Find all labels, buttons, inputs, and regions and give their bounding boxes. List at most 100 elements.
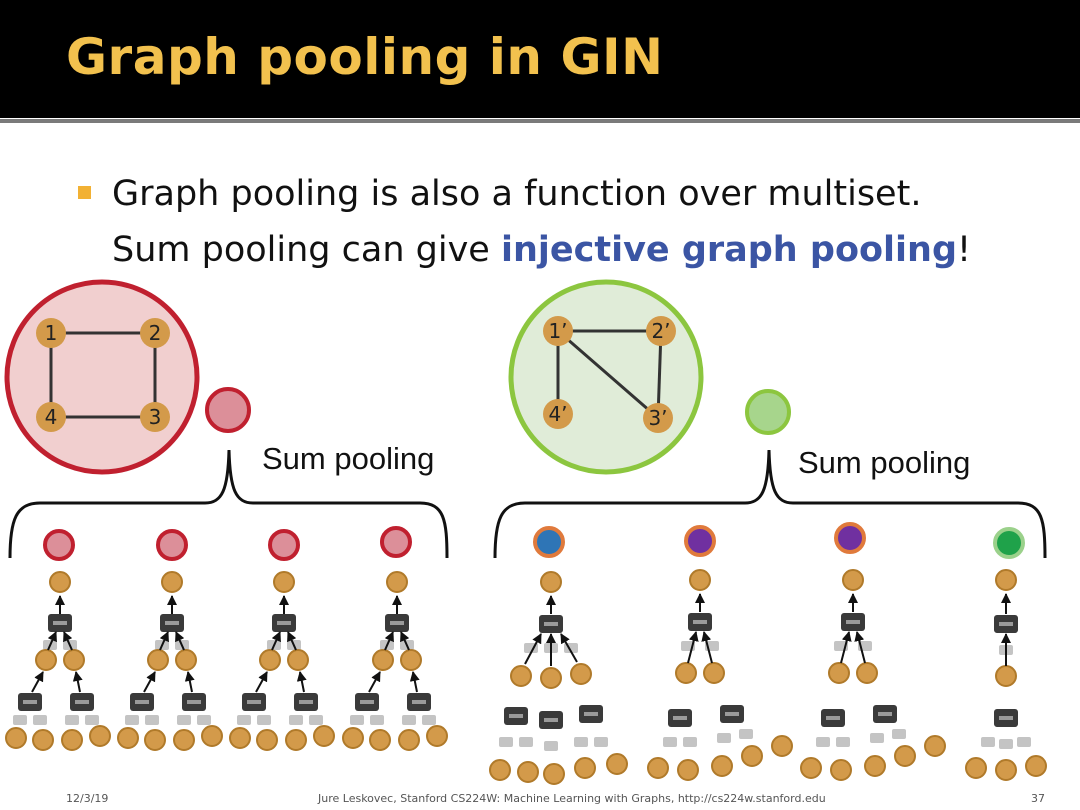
input-stub-90 bbox=[402, 715, 416, 725]
input-stub-43 bbox=[197, 715, 211, 725]
tree-node-22 bbox=[61, 729, 83, 751]
right-pooled-embedding bbox=[745, 389, 791, 435]
tree-node-0 bbox=[49, 571, 71, 593]
input-stub-141 bbox=[717, 733, 731, 743]
tree-node-148 bbox=[842, 569, 864, 591]
input-stub-41 bbox=[145, 715, 159, 725]
right-node-1-label: 1’ bbox=[548, 319, 567, 343]
tree-node-92 bbox=[342, 727, 364, 749]
aggregator-slot-159 bbox=[826, 716, 840, 720]
tree-node-171 bbox=[995, 569, 1017, 591]
aggregator-slot-127 bbox=[693, 620, 707, 624]
tree-node-55 bbox=[287, 649, 309, 671]
tree-node-166 bbox=[800, 757, 822, 779]
aggregator-slot-59 bbox=[247, 700, 261, 704]
input-stub-89 bbox=[370, 715, 384, 725]
tree-node-23 bbox=[89, 725, 111, 747]
aggregator-slot-110 bbox=[509, 714, 523, 718]
aggregator-slot-161 bbox=[878, 712, 892, 716]
tree-arrow-62 bbox=[255, 671, 268, 693]
input-stub-139 bbox=[663, 737, 677, 747]
tree-node-30 bbox=[147, 649, 169, 671]
aggregator-slot-138 bbox=[725, 712, 739, 716]
tree-node-68 bbox=[229, 727, 251, 749]
left-node-4-label: 4 bbox=[45, 405, 58, 429]
input-stub-40 bbox=[125, 715, 139, 725]
input-stub-180 bbox=[981, 737, 995, 747]
left-node-4: 4 bbox=[36, 402, 66, 432]
left-node-3: 3 bbox=[140, 402, 170, 432]
tree-node-155 bbox=[856, 662, 878, 684]
tree-node-21 bbox=[32, 729, 54, 751]
left-embedding-3 bbox=[268, 529, 300, 561]
tree-arrow-38 bbox=[143, 671, 156, 693]
input-stub-18 bbox=[65, 715, 79, 725]
tree-node-6 bbox=[35, 649, 57, 671]
tree-node-125 bbox=[689, 569, 711, 591]
left-graph-circle bbox=[4, 279, 200, 475]
input-stub-91 bbox=[422, 715, 436, 725]
right-node-1: 1’ bbox=[543, 316, 573, 346]
left-graph: 1 2 3 4 bbox=[4, 279, 200, 475]
right-node-4-label: 4’ bbox=[548, 402, 567, 426]
tree-node-24 bbox=[161, 571, 183, 593]
input-stub-115 bbox=[499, 737, 513, 747]
tree-node-170 bbox=[924, 735, 946, 757]
tree-node-71 bbox=[313, 725, 335, 747]
aggregator-slot-35 bbox=[135, 700, 149, 704]
aggregator-slot-112 bbox=[544, 718, 558, 722]
input-stub-19 bbox=[85, 715, 99, 725]
left-embedding-1 bbox=[43, 529, 75, 561]
aggregator-slot-26 bbox=[165, 621, 179, 625]
tree-node-44 bbox=[117, 727, 139, 749]
tree-node-79 bbox=[400, 649, 422, 671]
tree-node-7 bbox=[63, 649, 85, 671]
aggregator-slot-74 bbox=[390, 621, 404, 625]
input-stub-64 bbox=[237, 715, 251, 725]
tree-node-104 bbox=[540, 667, 562, 689]
input-stub-88 bbox=[350, 715, 364, 725]
input-stub-117 bbox=[544, 741, 558, 751]
tree-node-145 bbox=[711, 755, 733, 777]
left-node-1: 1 bbox=[36, 318, 66, 348]
input-stub-65 bbox=[257, 715, 271, 725]
tree-node-123 bbox=[574, 757, 596, 779]
footer-date: 12/3/19 bbox=[66, 792, 109, 805]
left-sum-pooling-label: Sum pooling bbox=[262, 441, 434, 476]
aggregator-slot-13 bbox=[75, 700, 89, 704]
tree-node-105 bbox=[570, 663, 592, 685]
input-stub-162 bbox=[816, 737, 830, 747]
left-node-2: 2 bbox=[140, 318, 170, 348]
right-node-3-label: 3’ bbox=[648, 406, 667, 430]
tree-node-146 bbox=[741, 745, 763, 767]
tree-node-70 bbox=[285, 729, 307, 751]
right-embedding-1 bbox=[533, 526, 565, 558]
input-stub-165 bbox=[892, 729, 906, 739]
footer-credit: Jure Leskovec, Stanford CS224W: Machine … bbox=[318, 792, 826, 805]
left-embedding-2 bbox=[156, 529, 188, 561]
tree-node-169 bbox=[894, 745, 916, 767]
tree-node-120 bbox=[489, 759, 511, 781]
tree-node-48 bbox=[273, 571, 295, 593]
tree-arrow-39 bbox=[184, 671, 195, 693]
tree-node-95 bbox=[426, 725, 448, 747]
tree-node-147 bbox=[771, 735, 793, 757]
tree-node-132 bbox=[703, 662, 725, 684]
tree-node-20 bbox=[5, 727, 27, 749]
tree-node-103 bbox=[510, 665, 532, 687]
input-stub-164 bbox=[870, 733, 884, 743]
right-sum-pooling-label: Sum pooling bbox=[798, 445, 970, 480]
aggregator-slot-83 bbox=[360, 700, 374, 704]
tree-node-46 bbox=[173, 729, 195, 751]
tree-node-168 bbox=[864, 755, 886, 777]
tree-node-121 bbox=[517, 761, 539, 783]
tree-node-154 bbox=[828, 662, 850, 684]
input-stub-118 bbox=[574, 737, 588, 747]
tree-arrow-63 bbox=[296, 671, 307, 693]
input-stub-119 bbox=[594, 737, 608, 747]
tree-node-167 bbox=[830, 759, 852, 781]
aggregator-slot-136 bbox=[673, 716, 687, 720]
tree-node-78 bbox=[372, 649, 394, 671]
tree-node-69 bbox=[256, 729, 278, 751]
right-embedding-2 bbox=[684, 525, 716, 557]
